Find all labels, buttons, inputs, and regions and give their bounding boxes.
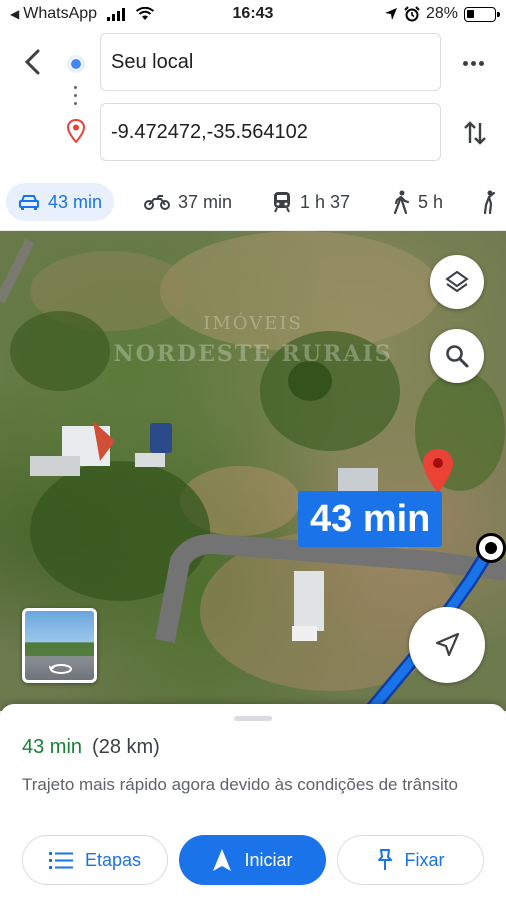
more-horiz-icon [462,60,468,66]
tab-transit-label: 1 h 37 [300,191,351,212]
swap-button[interactable] [458,116,492,150]
status-bar: ◀ WhatsApp 16:43 28% [0,0,506,30]
watermark-line1: IMÓVEIS [203,313,303,334]
car-icon [19,195,39,210]
rideshare-icon [483,190,496,214]
red-pin-icon [66,119,86,143]
route-distance: (28 km) [92,736,160,758]
layers-icon [445,270,469,293]
route-summary: 43 min (28 km) [22,736,160,759]
layers-button[interactable] [430,255,484,309]
tab-driving[interactable]: 43 min [6,183,115,221]
transit-icon [274,192,290,213]
tab-motorcycle-label: 37 min [178,191,233,212]
origin-field[interactable]: Seu local [100,33,441,91]
status-right: 28% [384,5,500,23]
origin-dot-icon [67,55,85,73]
tab-transit[interactable]: 1 h 37 [260,183,362,221]
route-endpoint-marker [476,533,506,563]
more-options-button[interactable] [455,48,491,78]
steps-button[interactable]: Etapas [22,835,168,885]
sheet-drag-handle[interactable] [234,716,272,721]
chevron-left-icon [24,49,40,75]
tab-walking-label: 5 h [418,191,444,212]
route-note: Trajeto mais rápido agora devido às cond… [22,775,458,794]
recenter-button[interactable] [409,607,485,683]
pin-label: Fixar [404,849,445,870]
street-view-thumbnail[interactable] [22,608,97,683]
location-arrow-icon [384,8,397,20]
battery-percent: 28% [425,5,458,22]
route-time-label: 43 min [298,491,443,547]
walk-icon [393,190,410,214]
map-search-button[interactable] [430,329,484,383]
navigation-arrow-icon [435,632,460,657]
route-duration: 43 min [22,736,83,758]
search-icon [446,345,469,368]
battery-fill [467,9,474,18]
directions-header: Seu local -9.472472,-35.564102 [0,30,506,175]
pin-button[interactable]: Fixar [337,835,484,885]
pushpin-icon [377,849,392,870]
tab-walking[interactable]: 5 h [380,183,455,221]
tab-motorcycle[interactable]: 37 min [132,183,244,221]
tab-rideshare[interactable] [472,183,504,221]
steps-label: Etapas [84,849,142,870]
back-button[interactable] [12,42,52,82]
start-button[interactable]: Iniciar [179,835,326,885]
travel-mode-tabs: 43 min 37 min 1 h 37 5 h [0,175,506,231]
route-dots-icon [74,86,78,105]
satellite-map[interactable]: IMÓVEIS NORDESTE RURAIS 43 min [0,231,506,711]
destination-field[interactable]: -9.472472,-35.564102 [100,103,441,161]
tab-driving-label: 43 min [48,191,103,212]
360-rotate-icon [49,664,72,674]
navigation-start-icon [213,849,232,871]
motorcycle-icon [144,195,170,210]
start-label: Iniciar [244,849,293,870]
battery-icon [464,6,500,22]
list-icon [48,852,73,869]
destination-pin-icon[interactable] [420,447,456,495]
alarm-icon [404,6,420,22]
swap-vertical-icon [464,121,486,145]
route-bottom-sheet: 43 min (28 km) Trajeto mais rápido agora… [0,704,506,900]
